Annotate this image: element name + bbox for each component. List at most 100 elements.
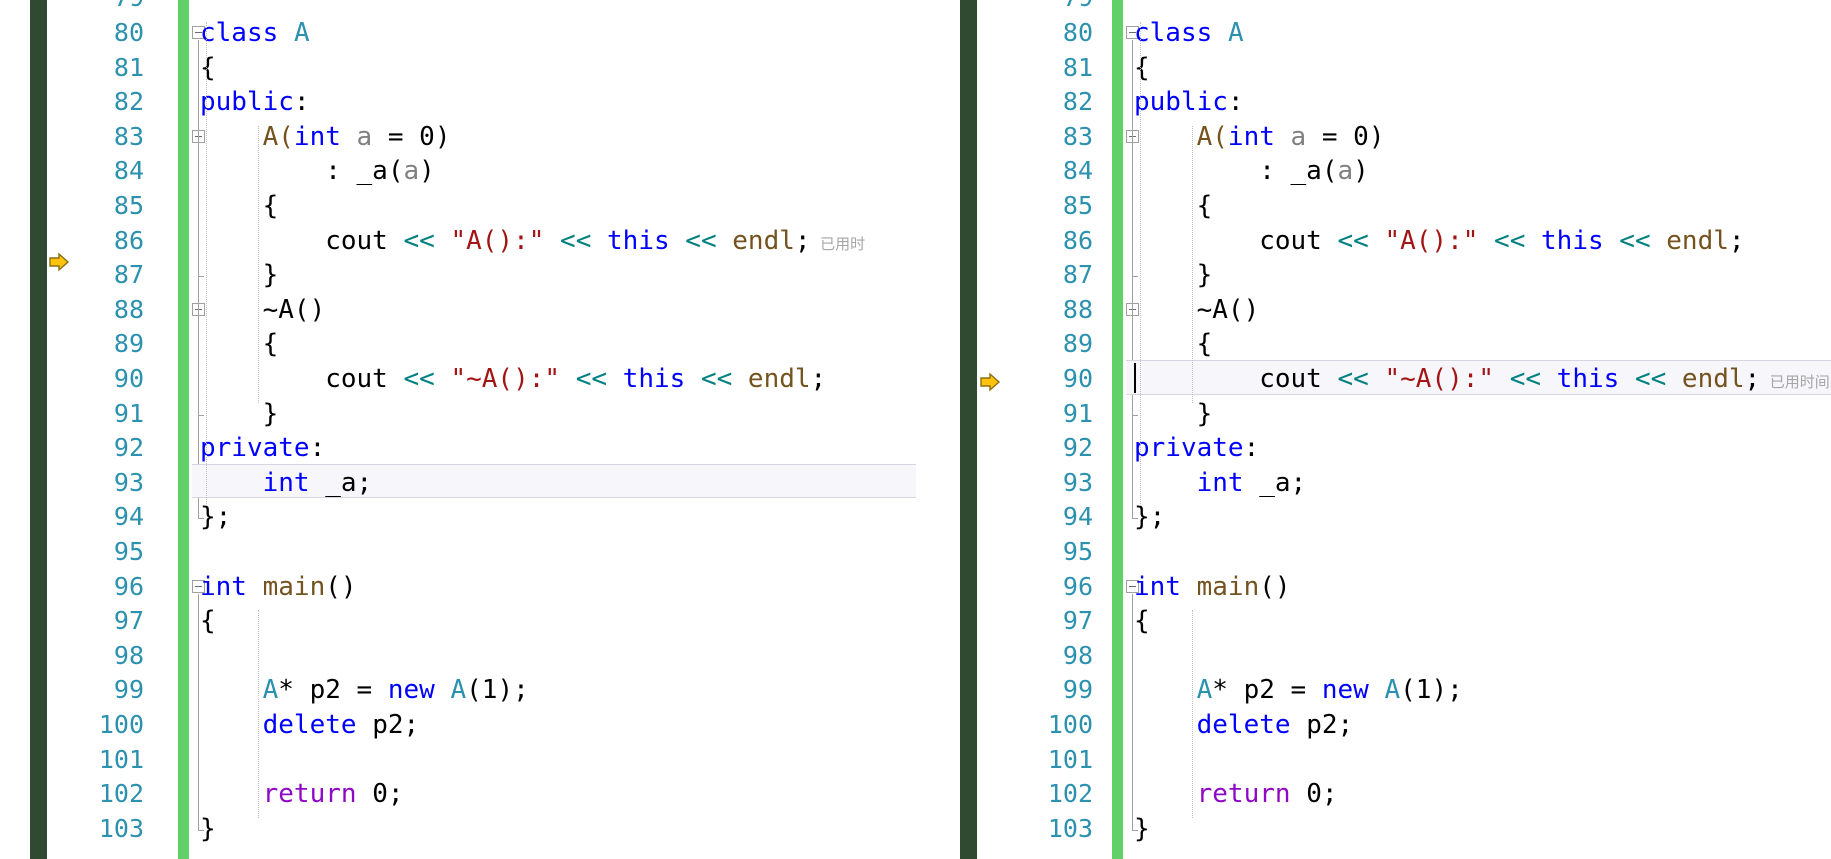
code-line[interactable]: delete p2; [1134,708,1831,743]
code-line[interactable]: cout << "~A():" << this << endl; 已用时间 <=… [1134,362,1831,397]
code-line[interactable]: } [1134,258,1831,293]
code-line[interactable] [1134,535,1831,570]
left-change-bar [178,0,189,859]
code-token: << [1509,364,1542,394]
code-token: A [262,675,279,706]
code-line[interactable]: { [200,51,916,86]
code-token: { [1134,329,1213,360]
code-line[interactable]: private: [1134,431,1831,466]
code-line[interactable]: { [1134,327,1831,362]
left-code-surface[interactable]: class A{public: A(int a = 0) : _a(a) { c… [192,0,916,859]
right-code-surface[interactable]: class A{public: A(int a = 0) : _a(a) { c… [1126,0,1831,859]
code-token: endl [732,225,795,256]
code-token: A [1196,675,1213,706]
code-token: private [200,433,310,464]
code-token: << [403,364,435,394]
code-line[interactable]: } [200,258,916,293]
line-number: 80 [1062,18,1093,47]
code-line[interactable]: public: [1134,85,1831,120]
code-token: cout [1134,225,1338,256]
code-token: ) [419,156,435,187]
line-number: 98 [1062,640,1093,670]
code-line[interactable]: { [1134,51,1831,86]
code-token: : [293,87,310,118]
code-line[interactable]: }; [1134,500,1831,535]
line-number-partial: 79 [64,0,144,16]
code-line[interactable]: delete p2; [200,708,916,743]
code-token: int [293,121,341,152]
outlining-scope-bar [198,143,199,277]
right-editor-pane[interactable]: 79 80 81 82 83 84 85 86 87 88 89 90 91 92 93 94 95 96 97 98… [916,0,1831,859]
code-line[interactable]: } [1134,397,1831,432]
code-token: main [1196,571,1260,602]
code-line[interactable]: ~A() [1134,293,1831,328]
code-line[interactable]: cout << "~A():" << this << endl; [200,362,916,397]
code-line[interactable]: public: [200,85,916,120]
code-line[interactable]: { [1134,604,1831,639]
code-line[interactable] [200,743,916,778]
code-token: p2; [1290,710,1354,740]
code-line[interactable]: return 0; [1134,777,1831,812]
line-number: 100 [98,710,144,739]
code-line[interactable] [200,639,916,674]
code-line[interactable]: { [200,189,916,224]
code-line[interactable]: A(int a = 0) [200,120,916,155]
code-line[interactable]: } [200,812,916,847]
right-indicator-margin[interactable] [916,0,977,859]
code-line[interactable]: { [200,604,916,639]
line-number: 93 [113,467,144,497]
code-token: 0; [1290,779,1338,810]
code-line[interactable]: int main() [1134,570,1831,605]
line-number: 89 [113,329,144,359]
code-token: "A():" [450,225,545,256]
code-token: ~A() [200,294,326,325]
code-line[interactable]: cout << "A():" << this << endl; [1134,224,1831,259]
code-line[interactable]: int main() [200,570,916,605]
code-line[interactable]: int _a; [1134,466,1831,501]
line-number: 90 [113,364,144,393]
code-line[interactable]: cout << "A():" << this << endl; 已用时 [200,224,916,259]
code-token: cout [1134,364,1338,394]
code-line[interactable] [200,535,916,570]
code-line[interactable]: int _a; [200,466,916,501]
code-line[interactable]: A* p2 = new A(1); [1134,673,1831,708]
line-number: 103 [98,813,144,843]
code-token: endl [1681,364,1745,394]
code-line[interactable]: }; [200,500,916,535]
code-line[interactable]: private: [200,431,916,466]
code-token: A [450,675,467,706]
code-line[interactable]: : _a(a) [1134,154,1831,189]
left-editor-pane[interactable]: 79 80 81 82 83 84 85 86 87 88 89 90 91 92 93 94 95 96 97 98… [0,0,916,859]
line-number: 97 [113,606,144,636]
code-line[interactable] [1134,639,1831,674]
code-token: a [1290,121,1307,152]
code-line[interactable]: } [200,397,916,432]
left-indicator-margin[interactable] [0,0,54,859]
code-line[interactable]: ~A() [200,293,916,328]
code-line[interactable]: } [1134,812,1831,847]
code-line[interactable]: A(int a = 0) [1134,120,1831,155]
code-line[interactable] [1134,743,1831,778]
code-line[interactable]: { [200,327,916,362]
code-line[interactable]: : _a(a) [200,154,916,189]
code-token: this [1541,225,1604,256]
code-line[interactable]: { [1134,189,1831,224]
code-token: << [403,225,435,256]
line-number: 92 [1062,433,1093,463]
code-line[interactable]: A* p2 = new A(1); [200,673,916,708]
line-number: 94 [1062,502,1093,532]
code-line[interactable]: class A [200,16,916,51]
code-token: class [1134,18,1213,48]
code-line[interactable]: class A [1134,16,1831,51]
code-line[interactable]: return 0; [200,777,916,812]
line-number: 98 [113,640,144,670]
